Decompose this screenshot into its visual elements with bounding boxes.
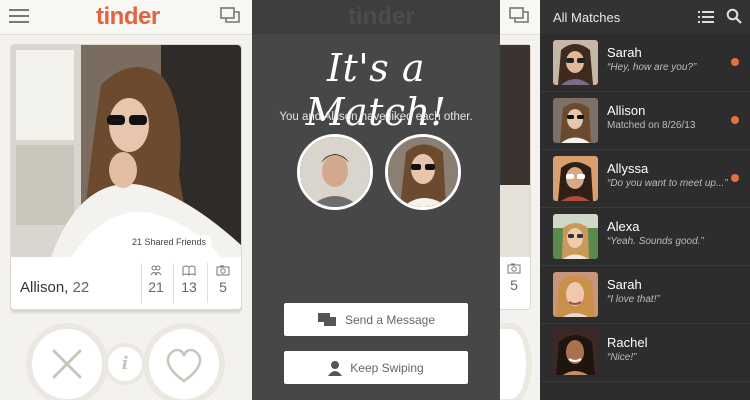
match-name: Sarah <box>607 277 642 292</box>
match-message: “I love that!” <box>607 294 660 305</box>
match-name: Rachel <box>607 335 648 350</box>
match-name: Sarah <box>607 45 642 60</box>
chat-icon[interactable] <box>220 7 240 25</box>
top-bar <box>500 0 540 35</box>
list-item[interactable]: Rachel “Nice!” <box>540 324 750 382</box>
camera-icon <box>216 265 230 276</box>
card-info: Allison, 22 21 13 5 <box>11 257 241 309</box>
chat-icon <box>317 312 336 326</box>
top-bar: tinder <box>252 0 500 34</box>
book-icon <box>182 265 196 276</box>
matches-screen: All Matches Sarah “Hey, how are you?” Al… <box>540 0 750 400</box>
match-message: “Do you want to meet up...” <box>607 178 728 189</box>
stat-value: 5 <box>510 277 518 293</box>
photos-stat: 5 <box>206 265 240 295</box>
camera-icon <box>507 263 521 274</box>
match-subtitle: You and Allison have liked each other. <box>279 111 473 123</box>
profile-age: 22 <box>72 279 90 296</box>
heart-icon <box>166 348 202 383</box>
match-avatar <box>385 134 461 210</box>
like-button-partial[interactable] <box>500 323 532 400</box>
list-item[interactable]: Sarah “Hey, how are you?” <box>540 34 750 92</box>
menu-icon[interactable] <box>9 8 29 24</box>
match-message: “Hey, how are you?” <box>607 62 697 73</box>
list-icon[interactable] <box>698 10 714 24</box>
unread-indicator <box>731 174 739 182</box>
profile-photo <box>11 45 241 257</box>
page-title: All Matches <box>553 10 621 25</box>
send-message-button[interactable]: Send a Message <box>284 303 468 336</box>
chat-icon[interactable] <box>509 7 529 25</box>
photos-stat: 5 <box>504 263 524 293</box>
avatar <box>553 98 598 143</box>
my-avatar <box>297 134 373 210</box>
match-name: Allyssa <box>607 161 649 176</box>
unread-indicator <box>731 116 739 124</box>
swipe-screen: tinder 21 Shared Friends Allison, 22 21 … <box>0 0 252 400</box>
avatar <box>553 156 598 201</box>
profile-name: Allison, 22 <box>20 279 89 296</box>
list-item[interactable]: Allyssa “Do you want to meet up...” <box>540 150 750 208</box>
match-message: “Nice!” <box>607 352 637 363</box>
partial-card: 5 <box>500 44 531 310</box>
avatar <box>553 272 598 317</box>
close-icon <box>52 349 82 379</box>
background-card-strip: 5 <box>500 0 540 400</box>
friends-icon <box>150 265 162 276</box>
stat-value: 21 <box>148 279 164 295</box>
person-icon <box>328 360 343 376</box>
match-message: Matched on 8/26/13 <box>607 120 696 131</box>
avatar <box>553 40 598 85</box>
profile-card[interactable]: 21 Shared Friends Allison, 22 21 13 5 <box>10 44 242 310</box>
tinder-logo: tinder <box>348 3 415 30</box>
stat-value: 13 <box>181 279 197 295</box>
avatar <box>553 330 598 375</box>
match-message: “Yeah. Sounds good.” <box>607 236 704 247</box>
list-item[interactable]: Sarah “I love that!” <box>540 266 750 324</box>
shared-friends-badge: 21 Shared Friends <box>127 235 212 249</box>
like-button[interactable] <box>143 323 225 400</box>
tinder-logo: tinder <box>96 3 160 30</box>
unread-indicator <box>731 58 739 66</box>
shared-friends-stat: 21 <box>139 265 173 295</box>
send-message-label: Send a Message <box>344 312 436 327</box>
match-name: Alexa <box>607 219 640 234</box>
interests-stat: 13 <box>172 265 206 295</box>
info-icon: i <box>121 353 129 374</box>
keep-swiping-button[interactable]: Keep Swiping <box>284 351 468 384</box>
info-button[interactable]: i <box>104 343 146 385</box>
avatar <box>553 214 598 259</box>
list-item[interactable]: Allison Matched on 8/26/13 <box>540 92 750 150</box>
profile-name-text: Allison, <box>20 279 69 296</box>
dislike-button[interactable] <box>26 323 108 400</box>
top-bar: All Matches <box>540 0 750 34</box>
list-item[interactable]: Alexa “Yeah. Sounds good.” <box>540 208 750 266</box>
match-name: Allison <box>607 103 646 118</box>
keep-swiping-label: Keep Swiping <box>350 360 424 375</box>
stat-value: 5 <box>219 279 227 295</box>
match-overlay: tinder It's a Match! You and Allison hav… <box>252 0 500 400</box>
search-icon[interactable] <box>726 8 742 24</box>
top-bar: tinder <box>0 0 252 35</box>
